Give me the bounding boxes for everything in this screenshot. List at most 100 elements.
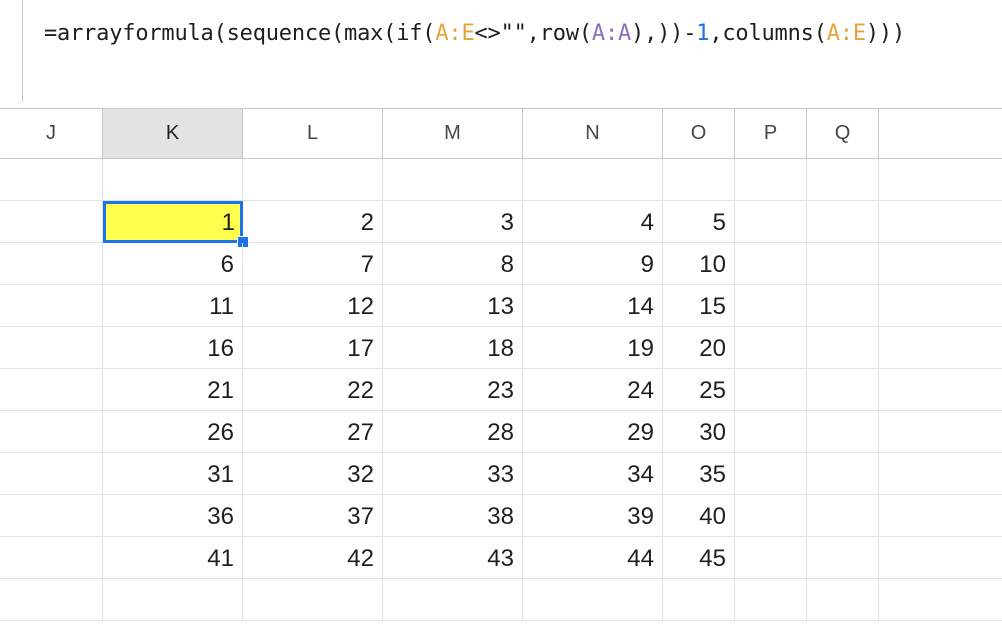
grid-cell[interactable]: 34 bbox=[523, 453, 663, 495]
grid-cell[interactable]: 43 bbox=[383, 537, 523, 579]
grid-cell[interactable]: 37 bbox=[243, 495, 383, 537]
grid-cell[interactable]: 23 bbox=[383, 369, 523, 411]
spreadsheet-grid[interactable]: JKLMNOPQ 1 2 3 4 5 6 7 8 9 10 11 12 13 14 15 16 17 18 19 20… bbox=[0, 109, 1002, 624]
grid-cell[interactable] bbox=[0, 285, 103, 327]
column-header-q[interactable]: Q bbox=[807, 109, 879, 158]
column-header-p[interactable]: P bbox=[735, 109, 807, 158]
grid-cell[interactable] bbox=[0, 201, 103, 243]
grid-cell[interactable] bbox=[807, 243, 879, 285]
grid-cell[interactable] bbox=[735, 537, 807, 579]
grid-cell[interactable]: 12 bbox=[243, 285, 383, 327]
grid-cell[interactable]: 29 bbox=[523, 411, 663, 453]
grid-cell[interactable]: 8 bbox=[383, 243, 523, 285]
grid-cell[interactable]: 10 bbox=[663, 243, 735, 285]
grid-cell[interactable]: 5 bbox=[663, 201, 735, 243]
grid-cell[interactable] bbox=[735, 201, 807, 243]
grid-cell[interactable] bbox=[807, 159, 879, 201]
grid-cell[interactable] bbox=[807, 369, 879, 411]
grid-cell[interactable] bbox=[735, 369, 807, 411]
grid-cell[interactable]: 9 bbox=[523, 243, 663, 285]
grid-cell[interactable]: 4 bbox=[523, 201, 663, 243]
grid-cell[interactable]: 38 bbox=[383, 495, 523, 537]
grid-cell[interactable] bbox=[807, 285, 879, 327]
grid-cell[interactable]: 14 bbox=[523, 285, 663, 327]
grid-cell[interactable] bbox=[807, 537, 879, 579]
formula-input[interactable]: =arrayformula(sequence(max(if(A:E<>"",ro… bbox=[44, 18, 905, 50]
grid-cell[interactable] bbox=[0, 159, 103, 201]
grid-cell[interactable] bbox=[383, 159, 523, 201]
grid-cell[interactable] bbox=[523, 159, 663, 201]
grid-cell[interactable] bbox=[103, 579, 243, 621]
grid-cell[interactable] bbox=[103, 159, 243, 201]
grid-cell[interactable] bbox=[807, 495, 879, 537]
grid-cell[interactable] bbox=[807, 453, 879, 495]
grid-cell[interactable]: 33 bbox=[383, 453, 523, 495]
grid-cell[interactable] bbox=[735, 453, 807, 495]
grid-cell[interactable] bbox=[663, 159, 735, 201]
grid-cell[interactable] bbox=[0, 537, 103, 579]
grid-cell[interactable]: 17 bbox=[243, 327, 383, 369]
grid-cell[interactable]: 16 bbox=[103, 327, 243, 369]
column-header-k[interactable]: K bbox=[103, 109, 243, 158]
column-header-j[interactable]: J bbox=[0, 109, 103, 158]
grid-cell[interactable]: 45 bbox=[663, 537, 735, 579]
grid-cell[interactable]: 42 bbox=[243, 537, 383, 579]
grid-cell[interactable]: 18 bbox=[383, 327, 523, 369]
grid-cell[interactable] bbox=[0, 453, 103, 495]
grid-cell[interactable]: 41 bbox=[103, 537, 243, 579]
grid-cell[interactable] bbox=[735, 285, 807, 327]
grid-cell[interactable]: 13 bbox=[383, 285, 523, 327]
grid-cell[interactable]: 27 bbox=[243, 411, 383, 453]
grid-cell[interactable] bbox=[807, 327, 879, 369]
column-header-n[interactable]: N bbox=[523, 109, 663, 158]
grid-cell[interactable]: 26 bbox=[103, 411, 243, 453]
grid-cell[interactable]: 40 bbox=[663, 495, 735, 537]
column-header-m[interactable]: M bbox=[383, 109, 523, 158]
grid-cell[interactable]: 7 bbox=[243, 243, 383, 285]
grid-cell[interactable]: 21 bbox=[103, 369, 243, 411]
grid-cell[interactable]: 36 bbox=[103, 495, 243, 537]
grid-cell[interactable]: 31 bbox=[103, 453, 243, 495]
grid-cell[interactable]: 30 bbox=[663, 411, 735, 453]
formula-bar[interactable]: =arrayformula(sequence(max(if(A:E<>"",ro… bbox=[0, 0, 1002, 109]
grid-cell[interactable] bbox=[523, 579, 663, 621]
grid-cell[interactable] bbox=[735, 579, 807, 621]
grid-cell[interactable] bbox=[735, 327, 807, 369]
grid-cell[interactable]: 28 bbox=[383, 411, 523, 453]
column-header-l[interactable]: L bbox=[243, 109, 383, 158]
grid-cell[interactable] bbox=[243, 579, 383, 621]
grid-cell[interactable] bbox=[663, 579, 735, 621]
grid-cell[interactable] bbox=[243, 159, 383, 201]
grid-cell[interactable] bbox=[383, 579, 523, 621]
grid-cell[interactable]: 22 bbox=[243, 369, 383, 411]
grid-cell[interactable]: 3 bbox=[383, 201, 523, 243]
column-header-o[interactable]: O bbox=[663, 109, 735, 158]
grid-cell[interactable]: 6 bbox=[103, 243, 243, 285]
grid-cell[interactable]: 20 bbox=[663, 327, 735, 369]
grid-cell[interactable] bbox=[0, 327, 103, 369]
grid-cell[interactable] bbox=[0, 411, 103, 453]
grid-cell[interactable] bbox=[735, 495, 807, 537]
grid-cell[interactable] bbox=[0, 579, 103, 621]
grid-cell[interactable] bbox=[807, 411, 879, 453]
active-cell[interactable]: 1 bbox=[103, 201, 243, 243]
table-row: 41 42 43 44 45 bbox=[0, 537, 1002, 579]
grid-cell[interactable]: 2 bbox=[243, 201, 383, 243]
grid-cell[interactable] bbox=[735, 159, 807, 201]
grid-cell[interactable]: 24 bbox=[523, 369, 663, 411]
grid-cell[interactable] bbox=[807, 579, 879, 621]
grid-cell[interactable]: 25 bbox=[663, 369, 735, 411]
grid-cell[interactable] bbox=[0, 243, 103, 285]
grid-cell[interactable] bbox=[807, 201, 879, 243]
grid-cell[interactable]: 44 bbox=[523, 537, 663, 579]
grid-cell[interactable]: 15 bbox=[663, 285, 735, 327]
grid-cell[interactable] bbox=[735, 243, 807, 285]
grid-cell[interactable] bbox=[0, 369, 103, 411]
grid-cell[interactable]: 19 bbox=[523, 327, 663, 369]
grid-cell[interactable] bbox=[0, 495, 103, 537]
grid-cell[interactable]: 39 bbox=[523, 495, 663, 537]
grid-cell[interactable]: 35 bbox=[663, 453, 735, 495]
grid-cell[interactable] bbox=[735, 411, 807, 453]
grid-cell[interactable]: 11 bbox=[103, 285, 243, 327]
grid-cell[interactable]: 32 bbox=[243, 453, 383, 495]
